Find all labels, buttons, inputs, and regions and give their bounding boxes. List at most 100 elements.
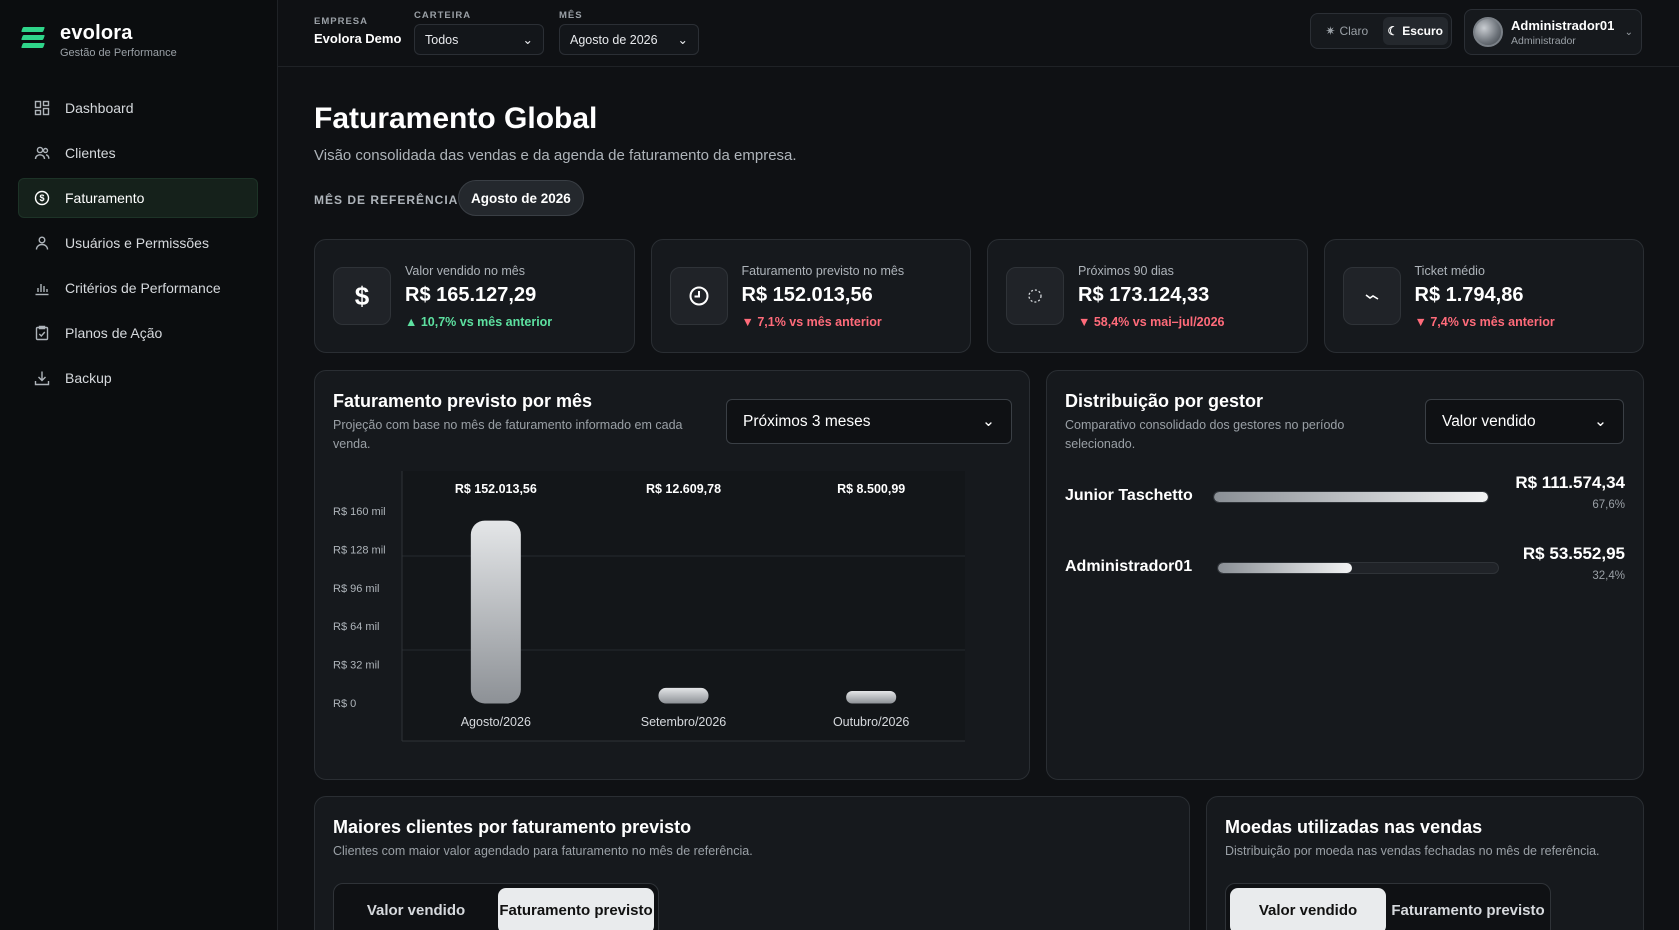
kpi-card-faturamento-previsto: Faturamento previsto no mês R$ 152.013,5… (650, 239, 971, 353)
theme-light-label: Claro (1339, 24, 1369, 38)
forecast-chart: R$ 0 R$ 32 mil R$ 64 mil R$ 96 mil R$ 128 mi… (333, 471, 1008, 771)
currency-toggle-valor-vendido[interactable]: Valor vendido (1230, 888, 1386, 930)
clients-toggle-faturamento-previsto[interactable]: Faturamento previsto (498, 888, 654, 930)
brand-name: evolora (60, 22, 133, 44)
x-tick-label: Outubro/2026 (833, 715, 909, 729)
gestor-bar-fill (1214, 492, 1488, 502)
forecast-card-title: Faturamento previsto por mês (333, 391, 593, 411)
currency-metric-toggle: Valor vendido Faturamento previsto (1225, 883, 1551, 930)
bar-chart-icon (33, 279, 51, 297)
kpi-label: Ticket médio (1414, 263, 1485, 278)
sidebar-item-faturamento[interactable]: $ Faturamento (18, 178, 258, 218)
gestor-value: R$ 111.574,34 (1515, 473, 1625, 492)
page-subtitle: Visão consolidada das vendas e da agenda… (314, 147, 797, 164)
gestor-metric-value: Valor vendido (1442, 412, 1536, 430)
kpi-label: Valor vendido no mês (405, 263, 525, 278)
gestor-card: Distribuição por gestor Comparativo cons… (1046, 370, 1644, 780)
gestor-row: Administrador01 R$ 53.552,95 32,4% (1065, 544, 1625, 594)
sidebar-item-criterios[interactable]: Critérios de Performance (18, 268, 258, 308)
gestor-row: Junior Taschetto R$ 111.574,34 67,6% (1065, 473, 1625, 523)
sidebar-item-label: Faturamento (65, 190, 145, 206)
gestor-percent: 32,4% (1592, 570, 1625, 582)
kpi-value: R$ 152.013,56 (741, 283, 873, 306)
sidebar-nav: Dashboard Clientes $ Faturamento Usuário… (18, 88, 258, 403)
bar-data-label: R$ 8.500,99 (837, 482, 905, 496)
kpi-card-ticket-medio: Ticket médio R$ 1.794,86 ▼ 7,4% vs mês a… (1323, 239, 1644, 353)
clients-card-subtitle: Clientes com maior valor agendado para f… (333, 844, 753, 858)
gestor-bar-track (1213, 491, 1489, 503)
user-name: Administrador01 (1511, 17, 1615, 33)
user-menu[interactable]: Administrador01 Administrador ⌄ (1464, 9, 1642, 55)
chart-bar[interactable] (470, 520, 521, 704)
sidebar-item-planos[interactable]: Planos de Ação (18, 313, 258, 353)
kpi-label: Próximos 90 dias (1078, 263, 1174, 278)
sidebar-item-label: Clientes (65, 145, 116, 161)
sidebar-item-dashboard[interactable]: Dashboard (18, 88, 258, 128)
gestor-bar-fill (1218, 563, 1353, 573)
svg-text:$: $ (39, 193, 44, 203)
clients-card: Maiores clientes por faturamento previst… (314, 796, 1190, 930)
gestor-bar-track (1217, 562, 1499, 574)
forecast-period-value: Próximos 3 meses (743, 412, 871, 430)
forecast-card-subtitle: Projeção com base no mês de faturamento … (333, 418, 683, 452)
chevron-down-icon: ⌄ (522, 33, 533, 47)
gestor-metric-select[interactable]: Valor vendido ⌄ (1425, 399, 1624, 444)
sidebar-item-label: Backup (65, 370, 112, 386)
carteira-label: CARTEIRA (414, 10, 472, 21)
empresa-label: EMPRESA (314, 16, 368, 27)
y-tick-label: R$ 32 mil (333, 660, 379, 672)
brand-tagline: Gestão de Performance (60, 47, 177, 59)
sidebar-item-label: Usuários e Permissões (65, 235, 209, 251)
theme-light-button[interactable]: ✷ Claro (1314, 17, 1380, 45)
gestor-name: Administrador01 (1065, 558, 1193, 575)
brand[interactable]: evolora Gestão de Performance (21, 22, 177, 59)
chevron-down-icon: ⌄ (982, 413, 995, 430)
currency-card-subtitle: Distribuição por moeda nas vendas fechad… (1225, 844, 1600, 858)
kpi-card-valor-vendido: $ Valor vendido no mês R$ 165.127,29 ▲ 1… (314, 239, 635, 353)
sidebar-item-backup[interactable]: Backup (18, 358, 258, 398)
mes-select[interactable]: Agosto de 2026 ⌄ (559, 24, 699, 55)
mes-label: MÊS (559, 10, 583, 21)
reference-month-label: MÊS DE REFERÊNCIA (314, 193, 459, 207)
y-tick-label: R$ 0 (333, 698, 356, 710)
topbar: EMPRESA Evolora Demo CARTEIRA Todos ⌄ MÊ… (278, 0, 1679, 67)
carteira-select-value: Todos (425, 32, 459, 47)
page-title: Faturamento Global (314, 102, 598, 135)
chevron-down-icon: ⌄ (1594, 413, 1607, 430)
reference-month-pill[interactable]: Agosto de 2026 (458, 180, 584, 216)
mes-select-value: Agosto de 2026 (570, 32, 658, 47)
sidebar: evolora Gestão de Performance Dashboard … (0, 0, 278, 930)
chart-bar[interactable] (658, 687, 709, 704)
kpi-row: $ Valor vendido no mês R$ 165.127,29 ▲ 1… (314, 239, 1644, 353)
kpi-card-proximos-90-dias: Próximos 90 dias R$ 173.124,33 ▼ 58,4% v… (987, 239, 1308, 353)
trend-line-icon (1342, 267, 1401, 325)
kpi-value: R$ 1.794,86 (1414, 283, 1524, 306)
user-icon (33, 234, 51, 252)
sidebar-item-label: Critérios de Performance (65, 280, 221, 296)
theme-dark-button[interactable]: ☾ Escuro (1382, 17, 1448, 45)
dashboard-icon (33, 99, 51, 117)
y-tick-label: R$ 96 mil (333, 583, 379, 595)
kpi-delta: ▼ 7,4% vs mês anterior (1414, 314, 1555, 329)
loading-circle-icon (1006, 267, 1064, 325)
user-role: Administrador (1511, 34, 1576, 47)
forecast-period-select[interactable]: Próximos 3 meses ⌄ (726, 399, 1012, 444)
forecast-chart-svg: R$ 0 R$ 32 mil R$ 64 mil R$ 96 mil R$ 128 mi… (333, 471, 965, 742)
kpi-delta: ▼ 7,1% vs mês anterior (741, 314, 882, 329)
kpi-delta: ▲ 10,7% vs mês anterior (405, 314, 553, 329)
sidebar-item-label: Dashboard (65, 100, 134, 116)
currency-card: Moedas utilizadas nas vendas Distribuiçã… (1206, 796, 1644, 930)
currency-card-title: Moedas utilizadas nas vendas (1225, 817, 1483, 837)
carteira-select[interactable]: Todos ⌄ (414, 24, 544, 55)
sidebar-item-usuarios[interactable]: Usuários e Permissões (18, 223, 258, 263)
gestor-name: Junior Taschetto (1065, 487, 1193, 504)
gestor-value: R$ 53.552,95 (1522, 544, 1625, 563)
kpi-value: R$ 173.124,33 (1078, 283, 1210, 306)
chart-bar[interactable] (846, 691, 897, 704)
clients-toggle-valor-vendido[interactable]: Valor vendido (338, 888, 494, 930)
sidebar-item-clientes[interactable]: Clientes (18, 133, 258, 173)
kpi-delta: ▼ 58,4% vs mai–jul/2026 (1078, 314, 1225, 329)
currency-toggle-faturamento-previsto[interactable]: Faturamento previsto (1390, 888, 1546, 930)
sidebar-item-label: Planos de Ação (65, 325, 163, 341)
clients-card-title: Maiores clientes por faturamento previst… (333, 817, 692, 837)
